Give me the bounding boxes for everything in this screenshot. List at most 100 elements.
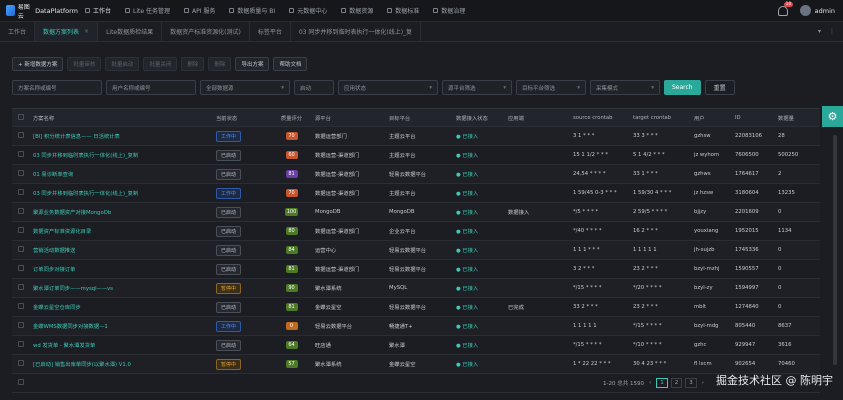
search-button[interactable]: Search — [664, 80, 701, 95]
toolbar-button[interactable]: 帮助文档 — [273, 57, 308, 71]
toolbar-button[interactable]: 批量启动 — [105, 57, 140, 71]
column-header[interactable]: 应用端 — [505, 114, 570, 122]
column-header[interactable]: 目标平台 — [386, 114, 453, 122]
column-header[interactable]: 数据量 — [775, 114, 810, 122]
plan-name[interactable]: 营销活动数据推送 — [30, 246, 213, 254]
table-row[interactable]: [已启动] 销售出库单同步(以聚水潭) V1.0 暂停中 57 聚水潭系统 金蝶云星空 ●… — [12, 355, 820, 374]
select-all-cell[interactable] — [12, 113, 30, 122]
table-row[interactable]: wd 发货单 - 聚水潭发货单 已启动 64 旺店通 聚水潭 ● 已接入 */15 * * … — [12, 336, 820, 355]
table-row[interactable]: 数据资产标准资源化目录 已启动 80 数据运营-渠道部门 企业云平台 ● 已接入 */40 … — [12, 222, 820, 241]
tab-item[interactable]: 数据资产标准资源化(测试) — [162, 22, 250, 41]
row-select-cell[interactable] — [12, 246, 30, 254]
user-name[interactable]: admin — [815, 7, 835, 15]
row-select-cell[interactable] — [12, 284, 30, 292]
bell-icon[interactable]: 10 — [777, 1, 794, 16]
plan-name[interactable]: wd 发货单 - 聚水潭发货单 — [30, 341, 213, 349]
table-row[interactable]: 聚水潭订单同步——mysql——vs 暂停中 90 聚水潭系统 MySQL ● 已接入 */… — [12, 279, 820, 298]
nav-item[interactable]: 数据资源 — [334, 0, 380, 22]
toolbar-button[interactable]: 删除 — [208, 57, 232, 71]
tab-item[interactable]: 03 同步并移到临时表执行一体化(线上)_复 — [291, 22, 422, 41]
app-status-select[interactable]: 应用状态 — [338, 80, 438, 95]
page-button[interactable]: 2 — [670, 378, 683, 388]
row-select-cell[interactable] — [12, 132, 30, 140]
column-header[interactable]: 当前状态 — [213, 114, 271, 122]
row-select-cell[interactable] — [12, 265, 30, 273]
row-select-cell[interactable] — [12, 227, 30, 235]
column-header[interactable]: 质量评分 — [271, 114, 312, 122]
row-select-cell[interactable] — [12, 189, 30, 197]
table-row[interactable]: 03 同步并移到临时表执行一体化(线上)_复制 工作中 70 数据运营-渠道部门 主题云… — [12, 184, 820, 203]
plan-name[interactable]: 数据资产标准资源化目录 — [30, 227, 213, 235]
plan-name[interactable]: [BI] 积分统计表信息—— 日活统计表 — [30, 132, 213, 140]
page-button[interactable]: 1 — [656, 378, 668, 388]
toolbar-button[interactable]: + 新增数据方案 — [12, 57, 64, 71]
plan-name[interactable]: 金蝶云星空仓库同步 — [30, 303, 213, 311]
close-icon[interactable]: × — [84, 28, 89, 35]
checkbox[interactable] — [18, 208, 24, 214]
plan-name[interactable]: 订单同步对接订单 — [30, 265, 213, 273]
plan-name[interactable]: 金蝶WMS数据同步对接数据—1 — [30, 322, 213, 330]
checkbox[interactable] — [18, 341, 24, 347]
owner-input[interactable]: 用户名称或编号 — [106, 80, 196, 95]
checkbox[interactable] — [18, 360, 24, 366]
plan-name[interactable]: 03 同步并移到临时表执行一体化(线上)_复制 — [30, 151, 213, 159]
checkbox[interactable] — [18, 265, 24, 271]
tab-item[interactable]: 数据方案列表 × — [35, 22, 99, 41]
checkbox[interactable] — [18, 170, 24, 176]
nav-item[interactable]: API 服务 — [177, 0, 222, 22]
checkbox[interactable] — [18, 303, 24, 309]
plan-name[interactable]: 01 易诊断单查询 — [30, 170, 213, 178]
chevron-down-icon[interactable]: ▾ — [818, 28, 821, 35]
page-button[interactable]: 3 — [685, 378, 697, 388]
table-row[interactable]: 01 易诊断单查询 已启动 81 数据运营-渠道部门 轻易云数据平台 ● 已接入 24,54… — [12, 165, 820, 184]
datasource-select[interactable]: 全部数据源 — [200, 80, 290, 95]
checkbox[interactable] — [18, 132, 24, 138]
table-row[interactable]: 营销活动数据推送 已启动 84 运营中心 轻易云数据平台 ● 已接入 1 1 1 * * *… — [12, 241, 820, 260]
checkbox[interactable] — [18, 246, 24, 252]
row-select-cell[interactable] — [12, 322, 30, 330]
toolbar-button[interactable]: 删除 — [181, 57, 205, 71]
reset-button[interactable]: 重置 — [704, 80, 735, 95]
checkbox[interactable] — [18, 227, 24, 233]
status-input[interactable]: 启动 — [294, 80, 334, 95]
plan-name[interactable]: [已启动] 销售出库单同步(以聚水潭) V1.0 — [30, 360, 213, 368]
plan-name[interactable]: 03 同步并移到临时表执行一体化(线上)_复制 — [30, 189, 213, 197]
toolbar-button[interactable]: 批量审核 — [67, 57, 102, 71]
more-icon[interactable]: ⋮ — [829, 28, 835, 35]
tab-item[interactable]: 标签平台 — [250, 22, 291, 41]
row-select-cell[interactable] — [12, 170, 30, 178]
checkbox[interactable] — [18, 189, 24, 195]
tab-item[interactable]: 工作台 — [0, 22, 36, 41]
gear-icon[interactable]: ⚙ — [822, 106, 843, 127]
toolbar-button[interactable]: 批量关闭 — [143, 57, 178, 71]
column-header[interactable]: 用户 — [691, 114, 732, 122]
nav-item[interactable]: Lite 任务管理 — [118, 0, 177, 22]
table-row[interactable]: 聚源业务数据资产对接MongoDb 已启动 100 MongoDB MongoDB ● 已… — [12, 203, 820, 222]
chevron-right-icon[interactable]: › — [702, 380, 704, 386]
row-select-cell[interactable] — [12, 341, 30, 349]
nav-item[interactable]: 数据质量与 BI — [222, 0, 282, 22]
tab-item[interactable]: Lite数据质检结果 — [98, 22, 163, 41]
row-select-cell[interactable] — [12, 303, 30, 311]
row-select-cell[interactable] — [12, 379, 30, 387]
checkbox[interactable] — [18, 322, 24, 328]
plan-name[interactable]: 聚源业务数据资产对接MongoDb — [30, 208, 213, 216]
row-select-cell[interactable] — [12, 360, 30, 368]
checkbox[interactable] — [18, 379, 24, 385]
column-header[interactable]: target crontab — [630, 115, 691, 121]
table-row[interactable]: 订单同步对接订单 已启动 81 数据运营-渠道部门 轻易云数据平台 ● 已接入 3 2 * … — [12, 260, 820, 279]
scrollbar[interactable] — [833, 135, 837, 365]
toolbar-button[interactable]: 导出方案 — [235, 57, 270, 71]
column-header[interactable]: source crontab — [570, 115, 630, 121]
column-header[interactable]: ID — [732, 115, 775, 121]
mode-select[interactable]: 采集模式 — [590, 80, 660, 95]
column-header[interactable]: 数据接入状态 — [453, 114, 505, 122]
table-row[interactable]: 金蝶云星空仓库同步 已启动 81 金蝶云星空 轻易云数据平台 ● 已接入 已完成 33 2 *… — [12, 298, 820, 317]
nav-item[interactable]: 数据治理 — [426, 0, 472, 22]
checkbox[interactable] — [18, 284, 24, 290]
nav-item[interactable]: 元数据中心 — [282, 0, 334, 22]
chevron-left-icon[interactable]: ‹ — [649, 380, 651, 386]
column-header[interactable]: 方案名称 — [30, 114, 213, 122]
app-logo[interactable]: 易图云 DataPlatform — [0, 2, 78, 20]
source-platform-select[interactable]: 源平台筛选 — [442, 80, 512, 95]
